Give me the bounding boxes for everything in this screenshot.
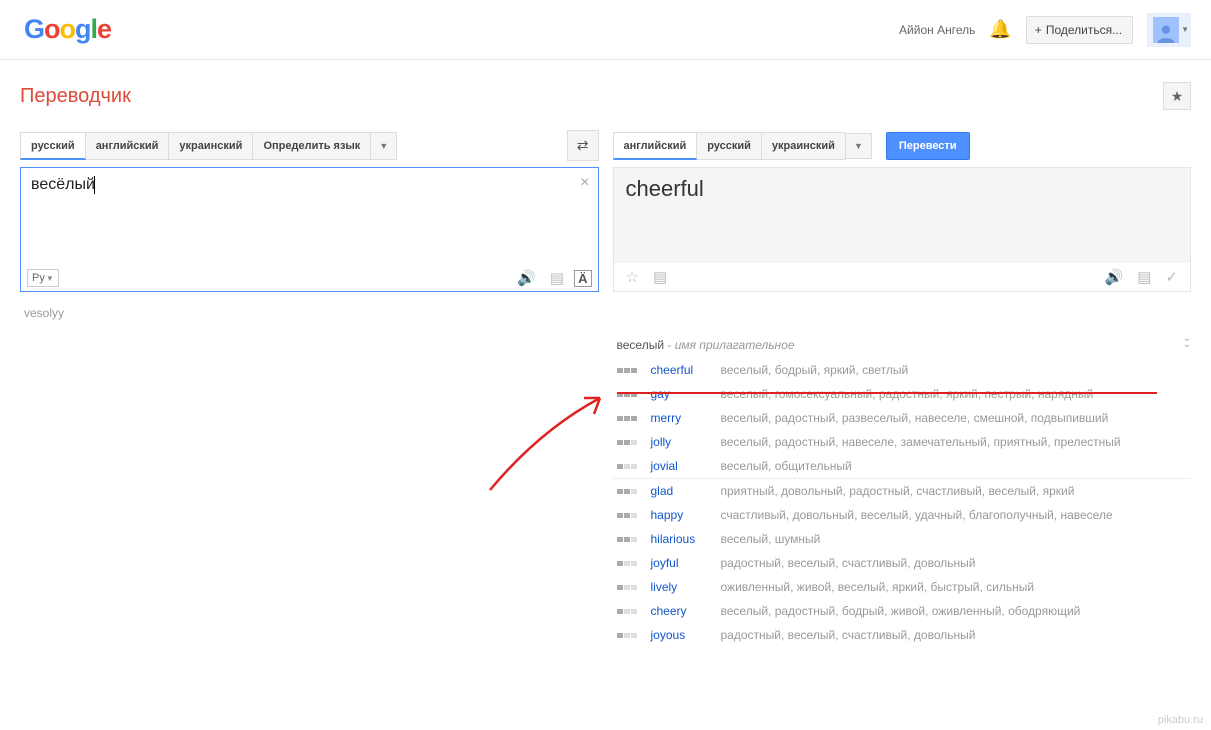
frequency-indicator	[617, 585, 641, 590]
dictionary-meanings: веселый, гомосексуальный, радостный, ярк…	[721, 387, 1188, 401]
copy-icon[interactable]: ▤	[1133, 268, 1155, 286]
share-button[interactable]: + Поделиться...	[1026, 16, 1133, 44]
frequency-indicator	[617, 537, 641, 542]
translation-text: cheerful	[626, 176, 1179, 202]
dictionary-row: hilariousвеселый, шумный	[613, 527, 1192, 551]
dictionary-row: joyfulрадостный, веселый, счастливый, до…	[613, 551, 1192, 575]
dictionary-row: gayвеселый, гомосексуальный, радостный, …	[613, 382, 1192, 406]
dictionary-word[interactable]: gay	[651, 387, 721, 401]
target-lang-row: английскийрусскийукраинский ▼ Перевести	[613, 130, 1192, 161]
frequency-indicator	[617, 633, 641, 638]
dictionary-meanings: приятный, довольный, радостный, счастлив…	[721, 484, 1188, 498]
dictionary-word[interactable]: merry	[651, 411, 721, 425]
star-bookmark-icon: ★	[1171, 88, 1184, 105]
dictionary-row: jollyвеселый, радостный, навеселе, замеч…	[613, 430, 1192, 454]
dictionary-meanings: веселый, радостный, навеселе, замечатель…	[721, 435, 1188, 449]
dictionary-row: gladприятный, довольный, радостный, счас…	[613, 478, 1192, 503]
target-text-box: cheerful ☆ ▤ 🔊 ▤ ✓	[613, 167, 1192, 292]
detect-language-button[interactable]: Определить язык	[252, 132, 371, 160]
select-all-icon[interactable]: ▤	[649, 268, 671, 286]
dictionary-word[interactable]: cheery	[651, 604, 721, 618]
speech-icon[interactable]: ▤	[546, 269, 568, 287]
dictionary-row: jovialвеселый, общительный	[613, 454, 1192, 478]
app-title: Переводчик	[20, 85, 131, 108]
dictionary-word[interactable]: joyous	[651, 628, 721, 642]
virtual-keyboard-icon[interactable]: Ä	[574, 270, 591, 287]
target-lang-tab[interactable]: русский	[696, 132, 762, 160]
dictionary-meanings: счастливый, довольный, веселый, удачный,…	[721, 508, 1188, 522]
dictionary-heading: веселый - имя прилагательное	[613, 332, 1192, 358]
avatar-icon	[1153, 17, 1179, 43]
translate-button[interactable]: Перевести	[886, 132, 970, 160]
source-lang-tab[interactable]: английский	[85, 132, 170, 160]
annotation-underline	[617, 392, 1157, 394]
username[interactable]: Аййон Ангель	[899, 23, 975, 37]
dictionary-meanings: оживленный, живой, веселый, яркий, быстр…	[721, 580, 1188, 594]
dictionary-row: joyousрадостный, веселый, счастливый, до…	[613, 623, 1192, 647]
dictionary-row: livelyоживленный, живой, веселый, яркий,…	[613, 575, 1192, 599]
frequency-indicator	[617, 368, 641, 373]
expand-button[interactable]: ⌄⌄	[1183, 336, 1189, 348]
frequency-indicator	[617, 609, 641, 614]
dictionary-row: merryвеселый, радостный, развеселый, нав…	[613, 406, 1192, 430]
source-lang-row: русскийанглийскийукраинский Определить я…	[20, 130, 599, 161]
source-text: весёлый	[31, 176, 95, 193]
dictionary-word[interactable]: cheerful	[651, 363, 721, 377]
dictionary-word[interactable]: glad	[651, 484, 721, 498]
frequency-indicator	[617, 416, 641, 421]
account-menu[interactable]: ▼	[1147, 13, 1191, 47]
swap-languages-button[interactable]: ⇄	[567, 130, 599, 161]
frequency-indicator	[617, 513, 641, 518]
dictionary-meanings: веселый, общительный	[721, 459, 1188, 473]
target-lang-tab[interactable]: английский	[613, 132, 698, 160]
dictionary-meanings: радостный, веселый, счастливый, довольны…	[721, 556, 1188, 570]
keyboard-button[interactable]: Ру ▼	[27, 269, 59, 287]
source-lang-tab[interactable]: русский	[20, 132, 86, 160]
frequency-indicator	[617, 561, 641, 566]
check-icon[interactable]: ✓	[1161, 268, 1182, 286]
swap-icon: ⇄	[577, 137, 589, 153]
plus-icon: +	[1035, 23, 1042, 37]
dictionary-word[interactable]: joyful	[651, 556, 721, 570]
source-lang-tab[interactable]: украинский	[168, 132, 253, 160]
watermark: pikabu.ru	[1158, 714, 1203, 726]
dictionary-meanings: веселый, шумный	[721, 532, 1188, 546]
source-text-box[interactable]: весёлый × Ру ▼ 🔊 ▤ Ä	[20, 167, 599, 292]
clear-button[interactable]: ×	[580, 174, 589, 192]
dictionary-meanings: веселый, радостный, бодрый, живой, оживл…	[721, 604, 1188, 618]
dictionary-row: cheerfulвеселый, бодрый, яркий, светлый	[613, 358, 1192, 382]
transliteration: vesolyy	[20, 306, 599, 320]
dictionary-row: cheeryвеселый, радостный, бодрый, живой,…	[613, 599, 1192, 623]
star-icon[interactable]: ☆	[622, 268, 643, 286]
dictionary-word[interactable]: jolly	[651, 435, 721, 449]
chevron-down-icon: ▼	[1181, 25, 1189, 34]
frequency-indicator	[617, 440, 641, 445]
frequency-indicator	[617, 489, 641, 494]
phrasebook-button[interactable]: ★	[1163, 82, 1191, 110]
source-lang-dropdown[interactable]: ▼	[370, 132, 397, 160]
dictionary-word[interactable]: happy	[651, 508, 721, 522]
chevron-down-icon: ▼	[46, 274, 54, 283]
dictionary-meanings: радостный, веселый, счастливый, довольны…	[721, 628, 1188, 642]
dictionary-word[interactable]: lively	[651, 580, 721, 594]
google-logo[interactable]: Google	[24, 14, 111, 45]
dictionary-word[interactable]: hilarious	[651, 532, 721, 546]
dictionary-row: happyсчастливый, довольный, веселый, уда…	[613, 503, 1192, 527]
notifications-icon[interactable]: 🔔	[989, 19, 1011, 40]
dictionary-word[interactable]: jovial	[651, 459, 721, 473]
target-lang-tab[interactable]: украинский	[761, 132, 846, 160]
listen-target-icon[interactable]: 🔊	[1101, 268, 1128, 286]
dictionary-meanings: веселый, бодрый, яркий, светлый	[721, 363, 1188, 377]
dictionary-meanings: веселый, радостный, развеселый, навеселе…	[721, 411, 1188, 425]
target-lang-dropdown[interactable]: ▼	[845, 133, 872, 159]
listen-icon[interactable]: 🔊	[513, 269, 540, 287]
frequency-indicator	[617, 464, 641, 469]
dictionary-panel: ⌄⌄ веселый - имя прилагательное cheerful…	[613, 332, 1192, 647]
